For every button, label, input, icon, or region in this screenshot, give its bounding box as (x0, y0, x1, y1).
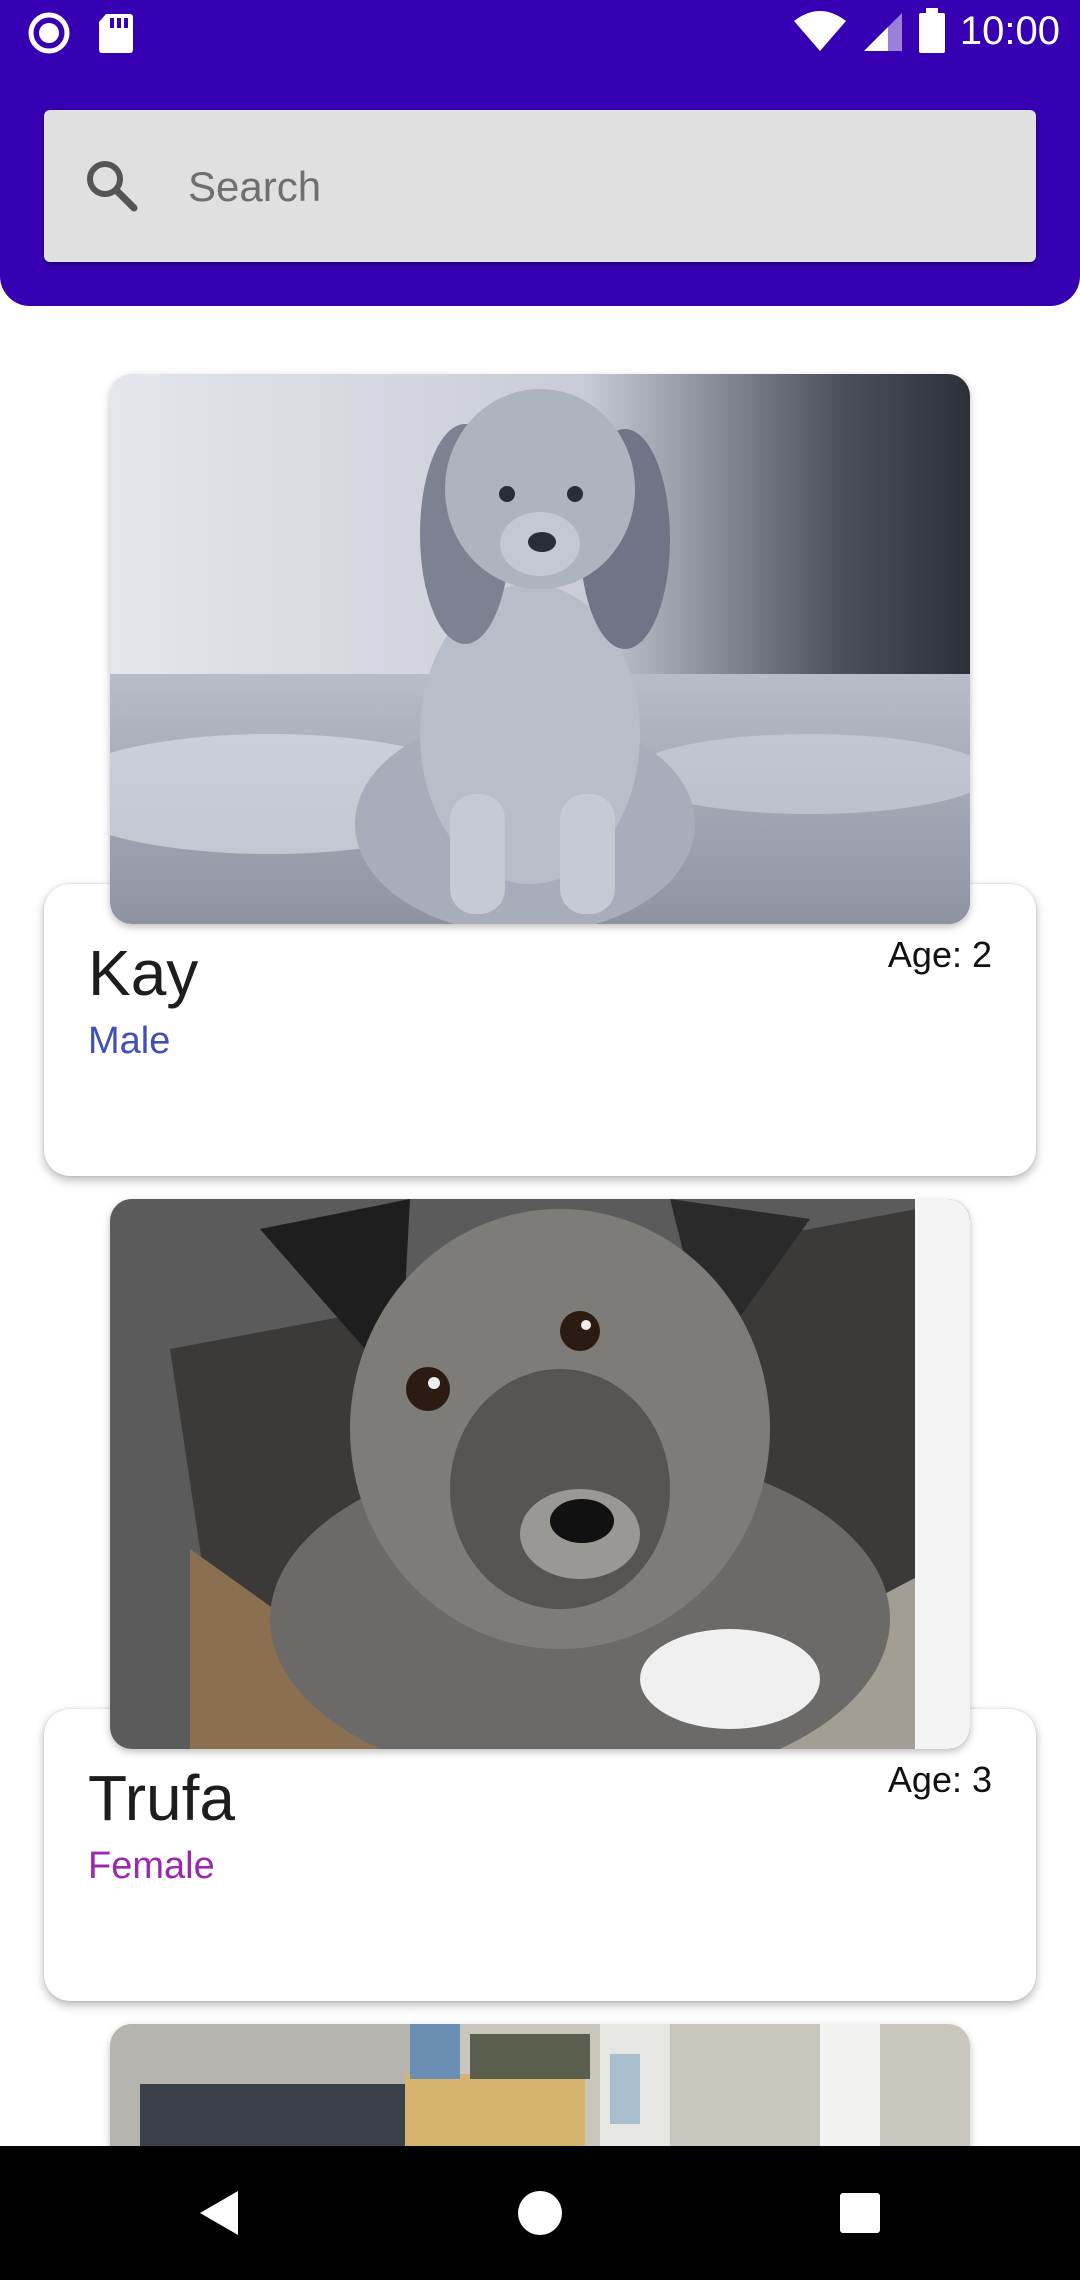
search-bar[interactable] (44, 110, 1036, 262)
pet-card[interactable]: Kay Male Age: 2 (44, 884, 1036, 1176)
pet-name: Trufa (88, 1762, 235, 1834)
sd-card-icon (99, 14, 133, 53)
pet-sex: Male (88, 1020, 171, 1062)
dog-photo (110, 1199, 970, 1749)
pet-photo[interactable] (110, 2024, 970, 2146)
age-label: Age: (887, 934, 962, 975)
pet-sex: Female (88, 1845, 215, 1887)
home-icon[interactable] (510, 2183, 570, 2243)
age-label: Age: (887, 1759, 962, 1800)
pet-card[interactable]: Trufa Female Age: 3 (44, 1709, 1036, 2001)
notification-dot-icon (28, 12, 70, 54)
age-value: 3 (971, 1759, 992, 1800)
pet-age: Age: 2 (888, 934, 992, 976)
pet-name: Kay (88, 937, 199, 1009)
battery-icon (918, 8, 945, 53)
wifi-icon (793, 11, 846, 51)
navigation-bar (0, 2146, 1080, 2280)
search-icon (87, 161, 138, 212)
recents-icon[interactable] (830, 2183, 890, 2243)
back-icon[interactable] (190, 2183, 250, 2243)
pet-age: Age: 3 (888, 1759, 992, 1801)
status-bar: 10:00 (0, 0, 1080, 66)
pet-photo[interactable] (110, 1199, 970, 1749)
signal-icon (863, 13, 902, 51)
puppy-photo (110, 374, 970, 924)
age-value: 2 (971, 934, 992, 975)
pet-photo[interactable] (110, 374, 970, 924)
status-time: 10:00 (959, 8, 1060, 53)
room-photo (110, 2024, 970, 2146)
search-input[interactable] (186, 148, 1010, 226)
app-header: 10:00 (0, 0, 1080, 306)
